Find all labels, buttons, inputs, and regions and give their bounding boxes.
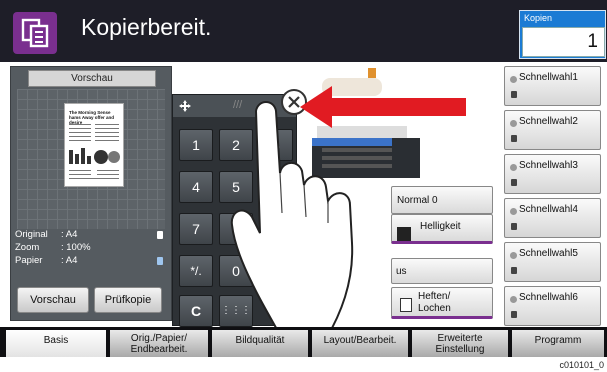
hand-gesture-icon	[230, 101, 354, 353]
preview-title: Vorschau	[28, 70, 156, 87]
tab-basis[interactable]: Basis	[6, 330, 106, 357]
preview-page-thumbnail: The Morning Sense hams Away offer and de…	[64, 103, 124, 187]
copies-label: Kopien	[524, 13, 553, 23]
preview-area[interactable]: The Morning Sense hams Away offer and de…	[17, 89, 165, 229]
key-1[interactable]: 1	[179, 129, 213, 161]
combine-button[interactable]: us	[391, 258, 493, 284]
speed-dial-5[interactable]: Schnellwahl5	[504, 242, 601, 282]
density-button[interactable]: Helligkeit	[391, 214, 493, 244]
key-star-dot[interactable]: */.	[179, 255, 213, 287]
move-arrows-icon[interactable]	[178, 99, 192, 113]
staple-icon	[400, 298, 412, 312]
speed-dial-2[interactable]: Schnellwahl2	[504, 110, 601, 150]
tab-layout[interactable]: Layout/Bearbeit.	[312, 330, 408, 357]
header-bar: Kopierbereit. Kopien 1	[0, 0, 607, 62]
tab-original-paper[interactable]: Orig./Papier/ Endbearbeit.	[110, 330, 208, 357]
info-original: Original: A4	[15, 229, 78, 240]
copies-value[interactable]: 1	[522, 27, 605, 57]
figure-code: c010101_0	[559, 360, 604, 370]
original-page-icon	[157, 231, 163, 239]
key-clear[interactable]: C	[179, 295, 213, 327]
speed-dial-1[interactable]: Schnellwahl1	[504, 66, 601, 106]
key-4[interactable]: 4	[179, 171, 213, 203]
tab-image-quality[interactable]: Bildqualität	[212, 330, 308, 357]
key-7[interactable]: 7	[179, 213, 213, 245]
info-paper: Papier: A4	[15, 255, 78, 266]
preview-document-heading: The Morning Sense hams Away offer and de…	[69, 110, 115, 125]
speed-dial-4[interactable]: Schnellwahl4	[504, 198, 601, 238]
tab-bar: Basis Orig./Papier/ Endbearbeit. Bildqua…	[0, 327, 607, 357]
paper-tray-icon	[157, 257, 163, 265]
copy-documents-icon	[13, 12, 57, 54]
status-title: Kopierbereit.	[81, 14, 212, 40]
tab-program[interactable]: Programm	[512, 330, 604, 357]
duplex-button[interactable]: Normal 0	[391, 186, 493, 214]
check-copy-button[interactable]: Prüfkopie	[94, 287, 162, 313]
info-zoom: Zoom: 100%	[15, 242, 91, 253]
preview-panel: Vorschau The Morning Sense hams Away off…	[10, 66, 172, 321]
staple-punch-button[interactable]: Heften/ Lochen	[391, 287, 493, 319]
copies-counter[interactable]: Kopien 1	[519, 10, 606, 59]
tab-advanced-settings[interactable]: Erweiterte Einstellung	[412, 330, 508, 357]
speed-dial-6[interactable]: Schnellwahl6	[504, 286, 601, 326]
preview-button[interactable]: Vorschau	[17, 287, 89, 313]
speed-dial-3[interactable]: Schnellwahl3	[504, 154, 601, 194]
